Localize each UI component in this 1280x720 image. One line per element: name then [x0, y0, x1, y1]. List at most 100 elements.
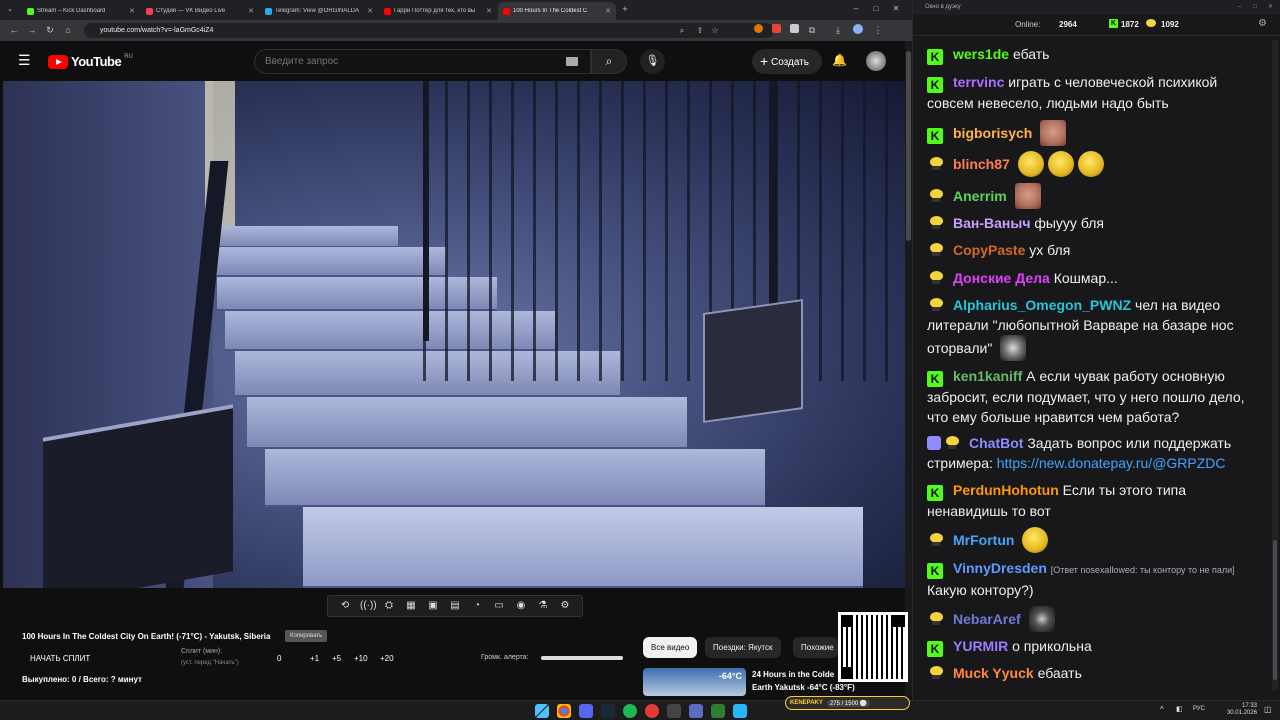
chat-username[interactable]: Muck Yyuck	[953, 665, 1034, 681]
chat-username[interactable]: NebarAref	[953, 611, 1021, 627]
chip-trips-yakutsk[interactable]: Поездки: Якутск	[705, 637, 781, 658]
back-icon[interactable]: ←	[8, 24, 20, 36]
video-player[interactable]	[3, 81, 905, 588]
home-icon[interactable]: ⌂	[62, 24, 74, 36]
chat-username[interactable]: wers1de	[953, 46, 1009, 62]
tab-coldest-city[interactable]: 100 Hours In The Coldest C ✕	[498, 2, 616, 20]
tab-telegram[interactable]: Telegram: View @ORGINALDA ✕	[260, 2, 378, 20]
steam-taskbar-icon[interactable]	[601, 704, 615, 718]
search-button[interactable]: ⌕	[591, 49, 627, 74]
speed-icon[interactable]: ◔	[470, 599, 484, 613]
chat-username[interactable]: ChatBot	[969, 435, 1023, 451]
extension-icon[interactable]	[770, 24, 782, 36]
donate-link[interactable]: https://new.donatepay.ru/@GRPZDC	[997, 455, 1226, 471]
plus-10-button[interactable]: +10	[354, 654, 368, 663]
voice-search-button[interactable]: 🎙	[640, 49, 665, 74]
minimize-icon[interactable]: –	[1238, 0, 1241, 15]
camera-icon[interactable]: ◉	[514, 599, 528, 613]
youtube-logo[interactable]: YouTube RU	[48, 54, 133, 69]
tray-chevron-icon[interactable]: ^	[1160, 705, 1164, 714]
recommended-title-line2[interactable]: Earth Yakutsk -64°C (-83°F)	[752, 683, 855, 692]
bookmark-star-icon[interactable]: ☆	[709, 25, 721, 37]
picture-in-picture-icon[interactable]: ▣	[426, 599, 440, 613]
chat-username[interactable]: VinnyDresden	[953, 560, 1047, 576]
chat-username[interactable]: bigborisych	[953, 125, 1032, 141]
create-button[interactable]: + Создать	[752, 49, 822, 74]
screenshot-icon[interactable]: ▭	[492, 599, 506, 613]
close-icon[interactable]: ✕	[248, 7, 254, 15]
chip-all-videos[interactable]: Все видео	[643, 637, 698, 658]
chat-username[interactable]: PerdunHohotun	[953, 482, 1059, 498]
chat-username[interactable]: terrvinc	[953, 74, 1004, 90]
keyboard-icon[interactable]	[566, 57, 578, 66]
notifications-bell-icon[interactable]: 🔔	[832, 53, 847, 67]
app-taskbar-icon[interactable]	[667, 704, 681, 718]
extension-icon[interactable]	[752, 24, 764, 36]
settings-gear-icon[interactable]: ⚙	[1258, 18, 1267, 29]
tab-harry-potter[interactable]: Гарри Поттер для тех, кто вы ✕	[379, 2, 497, 20]
avatar[interactable]	[866, 51, 886, 71]
new-tab-button[interactable]: +	[619, 3, 631, 15]
filmstrip-icon[interactable]: ▦	[404, 599, 418, 613]
network-icon[interactable]: ◧	[1176, 705, 1183, 713]
minimize-icon[interactable]: –	[850, 3, 862, 15]
tab-search-icon[interactable]: ⌄	[4, 4, 16, 16]
split-value[interactable]: 0	[277, 654, 281, 663]
settings-video-icon[interactable]: ⛭	[382, 599, 396, 613]
extension-icon[interactable]	[788, 24, 800, 36]
recommended-title-line1[interactable]: 24 Hours in the Colde	[752, 670, 838, 679]
close-icon[interactable]: ✕	[605, 7, 611, 15]
close-icon[interactable]: ✕	[129, 7, 135, 15]
flask-icon[interactable]: ⚗	[536, 599, 550, 613]
extensions-puzzle-icon[interactable]: ⧉	[806, 24, 818, 36]
maximize-icon[interactable]: □	[870, 3, 882, 15]
chat-username[interactable]: Ван-Ваныч	[953, 215, 1030, 231]
copy-button[interactable]: Копировать	[285, 630, 328, 642]
chat-username[interactable]: Anerrim	[953, 188, 1007, 204]
telegram-taskbar-icon[interactable]	[733, 704, 747, 718]
tab-kick-dashboard[interactable]: Stream – Kick Dashboard ✕	[22, 2, 140, 20]
obs-taskbar-icon[interactable]	[645, 704, 659, 718]
spotify-taskbar-icon[interactable]	[623, 704, 637, 718]
forward-icon[interactable]: →	[26, 24, 38, 36]
gear-icon[interactable]: ⚙	[558, 599, 572, 613]
app-taskbar-icon[interactable]	[711, 704, 725, 718]
chat-username[interactable]: MrFortun	[953, 532, 1014, 548]
plus-20-button[interactable]: +20	[380, 654, 394, 663]
notifications-icon[interactable]: ◫	[1264, 705, 1272, 714]
tab-vk-studio[interactable]: Студия — VK Видео Live ✕	[141, 2, 259, 20]
alert-volume-slider[interactable]	[541, 656, 623, 660]
close-icon[interactable]: ✕	[486, 7, 492, 15]
discord-taskbar-icon[interactable]	[579, 704, 593, 718]
reload-icon[interactable]: ↻	[44, 24, 56, 36]
plus-5-button[interactable]: +5	[332, 654, 341, 663]
chip-similar[interactable]: Похожие	[793, 637, 838, 658]
download-icon[interactable]: ⤓	[832, 24, 844, 36]
subtitles-icon[interactable]: ▤	[448, 599, 462, 613]
chat-username[interactable]: Донские Дела	[953, 270, 1050, 286]
app-taskbar-icon[interactable]	[689, 704, 703, 718]
chat-username[interactable]: Alpharius_Omegon_PWNZ	[953, 297, 1131, 313]
chat-username[interactable]: CopyPaste	[953, 242, 1025, 258]
share-icon[interactable]: ⇪	[694, 25, 706, 37]
profile-avatar[interactable]	[852, 24, 864, 36]
clock[interactable]: 17:33 30.01.2026	[1212, 703, 1257, 717]
chat-username[interactable]: YURMIR	[953, 638, 1008, 654]
hamburger-menu-icon[interactable]: ☰	[18, 53, 32, 67]
language-indicator[interactable]: РУС	[1193, 706, 1205, 712]
menu-kebab-icon[interactable]: ⋮	[872, 24, 884, 36]
page-scrollbar[interactable]	[905, 41, 912, 696]
search-input[interactable]	[265, 50, 555, 73]
start-split-button[interactable]: НАЧАТЬ СПЛИТ	[30, 654, 90, 663]
maximize-icon[interactable]: □	[1253, 0, 1257, 15]
recommended-thumbnail[interactable]: -64°C	[643, 668, 746, 696]
broadcast-icon[interactable]: ((·))	[360, 599, 377, 613]
chat-scrollbar[interactable]	[1272, 40, 1278, 690]
loop-icon[interactable]: ⟲	[338, 599, 352, 613]
close-icon[interactable]: ✕	[367, 7, 373, 15]
chat-username[interactable]: blinch87	[953, 156, 1010, 172]
start-windows-icon[interactable]	[535, 704, 549, 718]
chat-username[interactable]: ken1kaniff	[953, 368, 1022, 384]
plus-1-button[interactable]: +1	[310, 654, 319, 663]
chrome-taskbar-icon[interactable]	[557, 704, 571, 718]
